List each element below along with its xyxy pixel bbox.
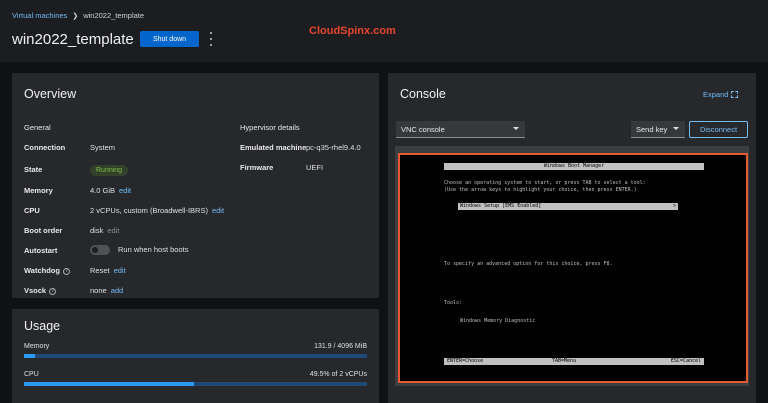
autostart-toggle[interactable]	[90, 245, 110, 256]
memory-usage-label: Memory	[24, 343, 50, 350]
boot-manager-footer: ENTER=Choose TAB=Menu ESC=Cancel	[444, 358, 704, 365]
disconnect-button[interactable]: Disconnect	[689, 121, 748, 138]
send-key-select[interactable]: Send key	[631, 121, 685, 138]
cpu-progress-bar	[24, 382, 367, 386]
usage-card: Usage Memory 131.9 / 4096 MiB CPU 49.5% …	[12, 309, 379, 403]
chevron-right-icon: ❯	[72, 12, 79, 20]
breadcrumb-current: win2022_template	[83, 11, 145, 20]
cpu-usage-label: CPU	[24, 371, 39, 378]
boot-instruction-1: Choose an operating system to start, or …	[444, 180, 646, 186]
tool-memory-diagnostic: Windows Memory Diagnostic	[460, 318, 536, 324]
footer-esc: ESC=Cancel	[670, 358, 701, 364]
general-heading: General	[24, 123, 51, 132]
autostart-value: Run when host boots	[118, 245, 189, 254]
help-icon[interactable]: ?	[49, 287, 57, 295]
breadcrumb-virtual-machines[interactable]: Virtual machines	[12, 11, 67, 20]
boot-entry-selected: Windows Setup [EMS Enabled] >	[458, 203, 678, 210]
firmware-value: UEFI	[306, 163, 324, 172]
console-type-select[interactable]: VNC console	[396, 121, 525, 138]
boot-manager-title: Windows Boot Manager	[444, 163, 704, 170]
console-card: Console Expand VNC console Send key Disc…	[388, 73, 756, 403]
boot-instruction-2: (Use the arrow keys to highlight your ch…	[444, 187, 637, 193]
cpu-edit-link[interactable]: edit	[212, 206, 224, 215]
status-badge: Running	[90, 165, 129, 176]
footer-tab: TAB=Menu	[552, 358, 577, 364]
cpu-progress-fill	[24, 382, 194, 386]
boot-order-label: Boot order	[24, 226, 63, 235]
hypervisor-heading: Hypervisor details	[240, 123, 300, 132]
vsock-add-link[interactable]: add	[111, 286, 124, 295]
state-label: State	[24, 165, 43, 174]
watchdog-label: Watchdog	[24, 266, 60, 275]
overview-card: Overview General Hypervisor details Conn…	[12, 73, 379, 298]
page-title: win2022_template	[12, 31, 134, 48]
watchdog-value: Reset	[90, 266, 110, 275]
memory-value: 4.0 GiB	[90, 186, 116, 195]
send-key-label: Send key	[636, 124, 668, 134]
expand-icon	[731, 91, 739, 98]
help-icon[interactable]: ?	[62, 267, 70, 275]
cpu-label: CPU	[24, 206, 40, 215]
watermark: CloudSpinx.com	[309, 25, 396, 37]
advanced-option-hint: To specify an advanced option for this c…	[444, 261, 613, 267]
vsock-label: Vsock	[24, 286, 47, 295]
connection-value: System	[90, 143, 116, 152]
memory-label: Memory	[24, 186, 53, 195]
emulated-machine-value: pc-q35-rhel9.4.0	[306, 143, 361, 152]
usage-title: Usage	[24, 319, 61, 333]
breadcrumb: Virtual machines ❯ win2022_template	[12, 11, 144, 20]
caret-down-icon	[513, 127, 519, 130]
cpu-usage-value: 49.5% of 2 vCPUs	[309, 371, 367, 378]
caret-down-icon	[673, 127, 679, 130]
footer-enter: ENTER=Choose	[447, 358, 484, 364]
firmware-label: Firmware	[240, 163, 274, 172]
memory-progress-fill	[24, 354, 35, 358]
expand-label: Expand	[703, 90, 729, 99]
overview-title: Overview	[24, 87, 77, 101]
console-type-value: VNC console	[401, 124, 445, 134]
autostart-label: Autostart	[24, 246, 58, 255]
watchdog-edit-link[interactable]: edit	[114, 266, 126, 275]
boot-entry-label: Windows Setup [EMS Enabled]	[460, 203, 542, 209]
expand-button[interactable]: Expand	[703, 90, 739, 99]
boot-order-value: disk	[90, 226, 104, 235]
boot-entry-arrow: >	[672, 203, 676, 209]
shut-down-button[interactable]: Shut down	[140, 31, 199, 47]
vnc-screen[interactable]: Windows Boot Manager Choose an operating…	[398, 153, 748, 383]
memory-edit-link[interactable]: edit	[119, 186, 131, 195]
memory-progress-bar	[24, 354, 367, 358]
tools-heading: Tools:	[444, 300, 463, 306]
boot-order-edit-link[interactable]: edit	[107, 226, 119, 235]
kebab-menu-icon[interactable]	[209, 32, 213, 46]
main-content: Overview General Hypervisor details Conn…	[0, 62, 768, 403]
emulated-machine-label: Emulated machine	[240, 143, 307, 152]
console-title: Console	[400, 87, 446, 101]
vsock-value: none	[90, 286, 107, 295]
page-header: Virtual machines ❯ win2022_template win2…	[0, 0, 768, 62]
memory-usage-value: 131.9 / 4096 MiB	[314, 343, 367, 350]
cpu-value: 2 vCPUs, custom (Broadwell-IBRS)	[90, 206, 208, 215]
connection-label: Connection	[24, 143, 66, 152]
